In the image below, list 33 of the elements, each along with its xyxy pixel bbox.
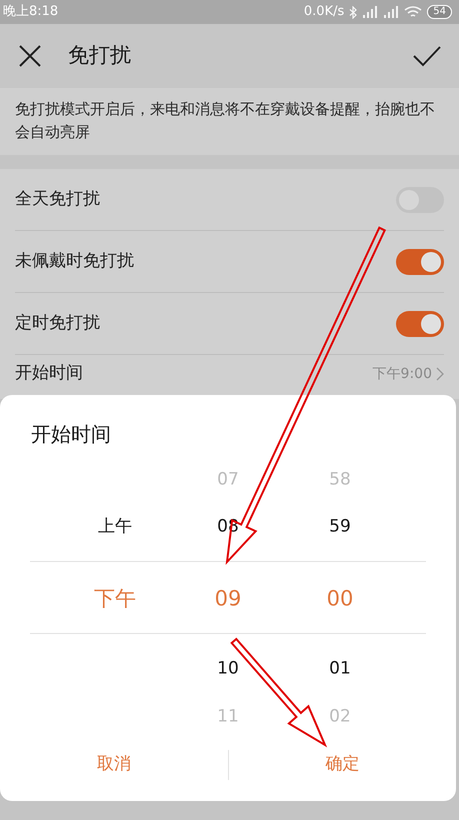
setting-label: 未佩戴时免打扰: [15, 250, 134, 273]
picker-option[interactable]: 58: [329, 472, 351, 488]
picker-option[interactable]: 11: [217, 708, 239, 726]
picker-option[interactable]: 59: [329, 518, 351, 536]
setting-label: 开始时间: [15, 362, 83, 386]
signal-icon: [362, 6, 378, 18]
setting-label: 定时免打扰: [15, 312, 100, 335]
picker-option[interactable]: 下午: [94, 588, 136, 610]
close-icon[interactable]: [18, 44, 42, 68]
setting-label: 全天免打扰: [15, 188, 100, 211]
description-text: 免打扰模式开启后，来电和消息将不在穿戴设备提醒，抬腕也不会自动亮屏: [15, 99, 436, 143]
signal-icon: [383, 6, 400, 18]
toggle-switch[interactable]: [396, 310, 444, 336]
picker-option[interactable]: 02: [329, 708, 351, 726]
checkmark-icon[interactable]: [413, 45, 441, 67]
chevron-right-icon: [436, 367, 444, 381]
picker-option[interactable]: 01: [329, 660, 351, 678]
battery-indicator: 54: [427, 5, 452, 19]
wifi-icon: [404, 6, 422, 18]
dialog-title: 开始时间: [31, 421, 111, 448]
bluetooth-icon: [349, 6, 358, 18]
confirm-button[interactable]: 确定: [228, 743, 456, 787]
picker-option[interactable]: 上午: [98, 518, 132, 536]
page-title: 免打扰: [68, 42, 132, 70]
picker-option[interactable]: 07: [217, 472, 239, 488]
setting-value: 下午9:00: [372, 364, 432, 384]
picker-option[interactable]: 00: [326, 588, 354, 610]
cancel-button[interactable]: 取消: [0, 743, 228, 787]
status-time: 晚上8:18: [3, 3, 58, 22]
picker-option[interactable]: 09: [214, 588, 242, 610]
toggle-switch[interactable]: [396, 248, 444, 274]
network-speed: 0.0K/s: [304, 3, 344, 22]
picker-option[interactable]: 10: [217, 660, 239, 678]
